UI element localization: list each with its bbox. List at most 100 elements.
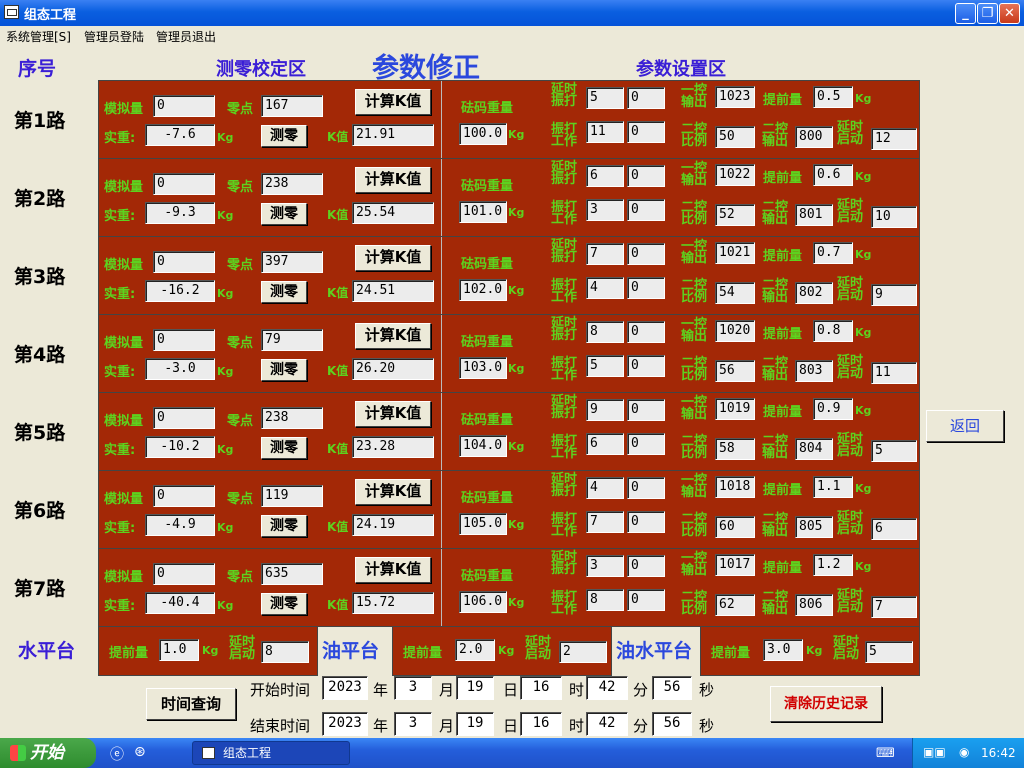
start-hour-field[interactable]: 16	[520, 676, 562, 700]
ctrl1-output-field[interactable]: 1020	[715, 320, 755, 342]
oilwater-delay-field[interactable]: 5	[865, 641, 913, 663]
weight-std-field[interactable]: 104.0	[459, 435, 507, 457]
maximize-button[interactable]: ❐	[977, 3, 998, 24]
delay-vib-field-1[interactable]: 6	[586, 165, 624, 187]
analog-field[interactable]: 0	[153, 485, 215, 507]
ie-icon[interactable]: ⓔ	[110, 744, 124, 764]
calc-k-button[interactable]: 计算K值	[355, 89, 431, 115]
calc-k-button[interactable]: 计算K值	[355, 479, 431, 505]
ctrl2-ratio-field[interactable]: 54	[715, 282, 755, 304]
zero-field[interactable]: 397	[261, 251, 323, 273]
vib-work-field-1[interactable]: 7	[586, 511, 624, 533]
k-value-field[interactable]: 21.91	[352, 124, 434, 146]
zero-field[interactable]: 119	[261, 485, 323, 507]
minimize-button[interactable]: _	[955, 3, 976, 24]
delay-vib-field-1[interactable]: 8	[586, 321, 624, 343]
vib-work-field-2[interactable]: 0	[627, 589, 665, 611]
end-day-field[interactable]: 19	[456, 712, 494, 736]
delay-start-field[interactable]: 5	[871, 440, 917, 462]
delay-vib-field-1[interactable]: 7	[586, 243, 624, 265]
ctrl2-output-field[interactable]: 801	[795, 204, 833, 226]
ctrl1-output-field[interactable]: 1023	[715, 86, 755, 108]
water-advance-field[interactable]: 1.0	[159, 639, 199, 661]
ctrl1-output-field[interactable]: 1022	[715, 164, 755, 186]
water-delay-field[interactable]: 8	[261, 641, 309, 663]
menu-admin-login[interactable]: 管理员登陆	[84, 28, 144, 45]
ctrl2-ratio-field[interactable]: 62	[715, 594, 755, 616]
ctrl2-output-field[interactable]: 804	[795, 438, 833, 460]
tare-button[interactable]: 测零	[261, 359, 307, 381]
k-value-field[interactable]: 24.19	[352, 514, 434, 536]
weight-field[interactable]: -10.2	[145, 436, 215, 458]
menu-system[interactable]: 系统管理[S]	[6, 28, 71, 45]
delay-start-field[interactable]: 12	[871, 128, 917, 150]
media-icon[interactable]: ⊛	[134, 744, 146, 760]
delay-vib-field-2[interactable]: 0	[627, 165, 665, 187]
calc-k-button[interactable]: 计算K值	[355, 245, 431, 271]
ctrl1-output-field[interactable]: 1019	[715, 398, 755, 420]
time-query-button[interactable]: 时间查询	[146, 688, 236, 720]
vib-work-field-2[interactable]: 0	[627, 511, 665, 533]
vib-work-field-2[interactable]: 0	[627, 355, 665, 377]
start-year-field[interactable]: 2023	[322, 676, 368, 700]
start-day-field[interactable]: 19	[456, 676, 494, 700]
ctrl2-ratio-field[interactable]: 60	[715, 516, 755, 538]
ctrl1-output-field[interactable]: 1021	[715, 242, 755, 264]
delay-start-field[interactable]: 9	[871, 284, 917, 306]
vib-work-field-1[interactable]: 11	[586, 121, 624, 143]
zero-field[interactable]: 167	[261, 95, 323, 117]
delay-start-field[interactable]: 7	[871, 596, 917, 618]
ctrl1-output-field[interactable]: 1018	[715, 476, 755, 498]
delay-vib-field-1[interactable]: 5	[586, 87, 624, 109]
close-button[interactable]: ✕	[999, 3, 1020, 24]
keyboard-icon[interactable]: ⌨	[876, 746, 895, 761]
tare-button[interactable]: 测零	[261, 125, 307, 147]
analog-field[interactable]: 0	[153, 563, 215, 585]
delay-start-field[interactable]: 11	[871, 362, 917, 384]
delay-vib-field-2[interactable]: 0	[627, 87, 665, 109]
k-value-field[interactable]: 26.20	[352, 358, 434, 380]
k-value-field[interactable]: 25.54	[352, 202, 434, 224]
ctrl2-output-field[interactable]: 800	[795, 126, 833, 148]
end-year-field[interactable]: 2023	[322, 712, 368, 736]
delay-vib-field-2[interactable]: 0	[627, 399, 665, 421]
vib-work-field-1[interactable]: 3	[586, 199, 624, 221]
end-month-field[interactable]: 3	[394, 712, 432, 736]
vib-work-field-1[interactable]: 6	[586, 433, 624, 455]
calc-k-button[interactable]: 计算K值	[355, 401, 431, 427]
taskbar-item-app[interactable]: 组态工程	[192, 741, 350, 765]
zero-field[interactable]: 79	[261, 329, 323, 351]
end-hour-field[interactable]: 16	[520, 712, 562, 736]
vib-work-field-1[interactable]: 5	[586, 355, 624, 377]
weight-field[interactable]: -3.0	[145, 358, 215, 380]
menu-admin-logout[interactable]: 管理员退出	[156, 28, 216, 45]
vib-work-field-1[interactable]: 4	[586, 277, 624, 299]
advance-field[interactable]: 0.8	[813, 320, 853, 342]
delay-start-field[interactable]: 10	[871, 206, 917, 228]
k-value-field[interactable]: 23.28	[352, 436, 434, 458]
ctrl1-output-field[interactable]: 1017	[715, 554, 755, 576]
delay-vib-field-1[interactable]: 4	[586, 477, 624, 499]
oilwater-advance-field[interactable]: 3.0	[763, 639, 803, 661]
weight-std-field[interactable]: 106.0	[459, 591, 507, 613]
ctrl2-output-field[interactable]: 803	[795, 360, 833, 382]
start-button[interactable]: 开始	[0, 738, 96, 768]
k-value-field[interactable]: 24.51	[352, 280, 434, 302]
weight-field[interactable]: -40.4	[145, 592, 215, 614]
ctrl2-output-field[interactable]: 802	[795, 282, 833, 304]
end-minute-field[interactable]: 42	[586, 712, 628, 736]
clear-history-button[interactable]: 清除历史记录	[770, 686, 882, 722]
back-button[interactable]: 返回	[926, 410, 1004, 442]
analog-field[interactable]: 0	[153, 173, 215, 195]
start-month-field[interactable]: 3	[394, 676, 432, 700]
volume-icon[interactable]: ◉	[959, 745, 969, 759]
ctrl2-output-field[interactable]: 806	[795, 594, 833, 616]
end-second-field[interactable]: 56	[652, 712, 692, 736]
tare-button[interactable]: 测零	[261, 437, 307, 459]
weight-field[interactable]: -7.6	[145, 124, 215, 146]
ctrl2-ratio-field[interactable]: 58	[715, 438, 755, 460]
start-minute-field[interactable]: 42	[586, 676, 628, 700]
vib-work-field-2[interactable]: 0	[627, 121, 665, 143]
advance-field[interactable]: 1.2	[813, 554, 853, 576]
start-second-field[interactable]: 56	[652, 676, 692, 700]
